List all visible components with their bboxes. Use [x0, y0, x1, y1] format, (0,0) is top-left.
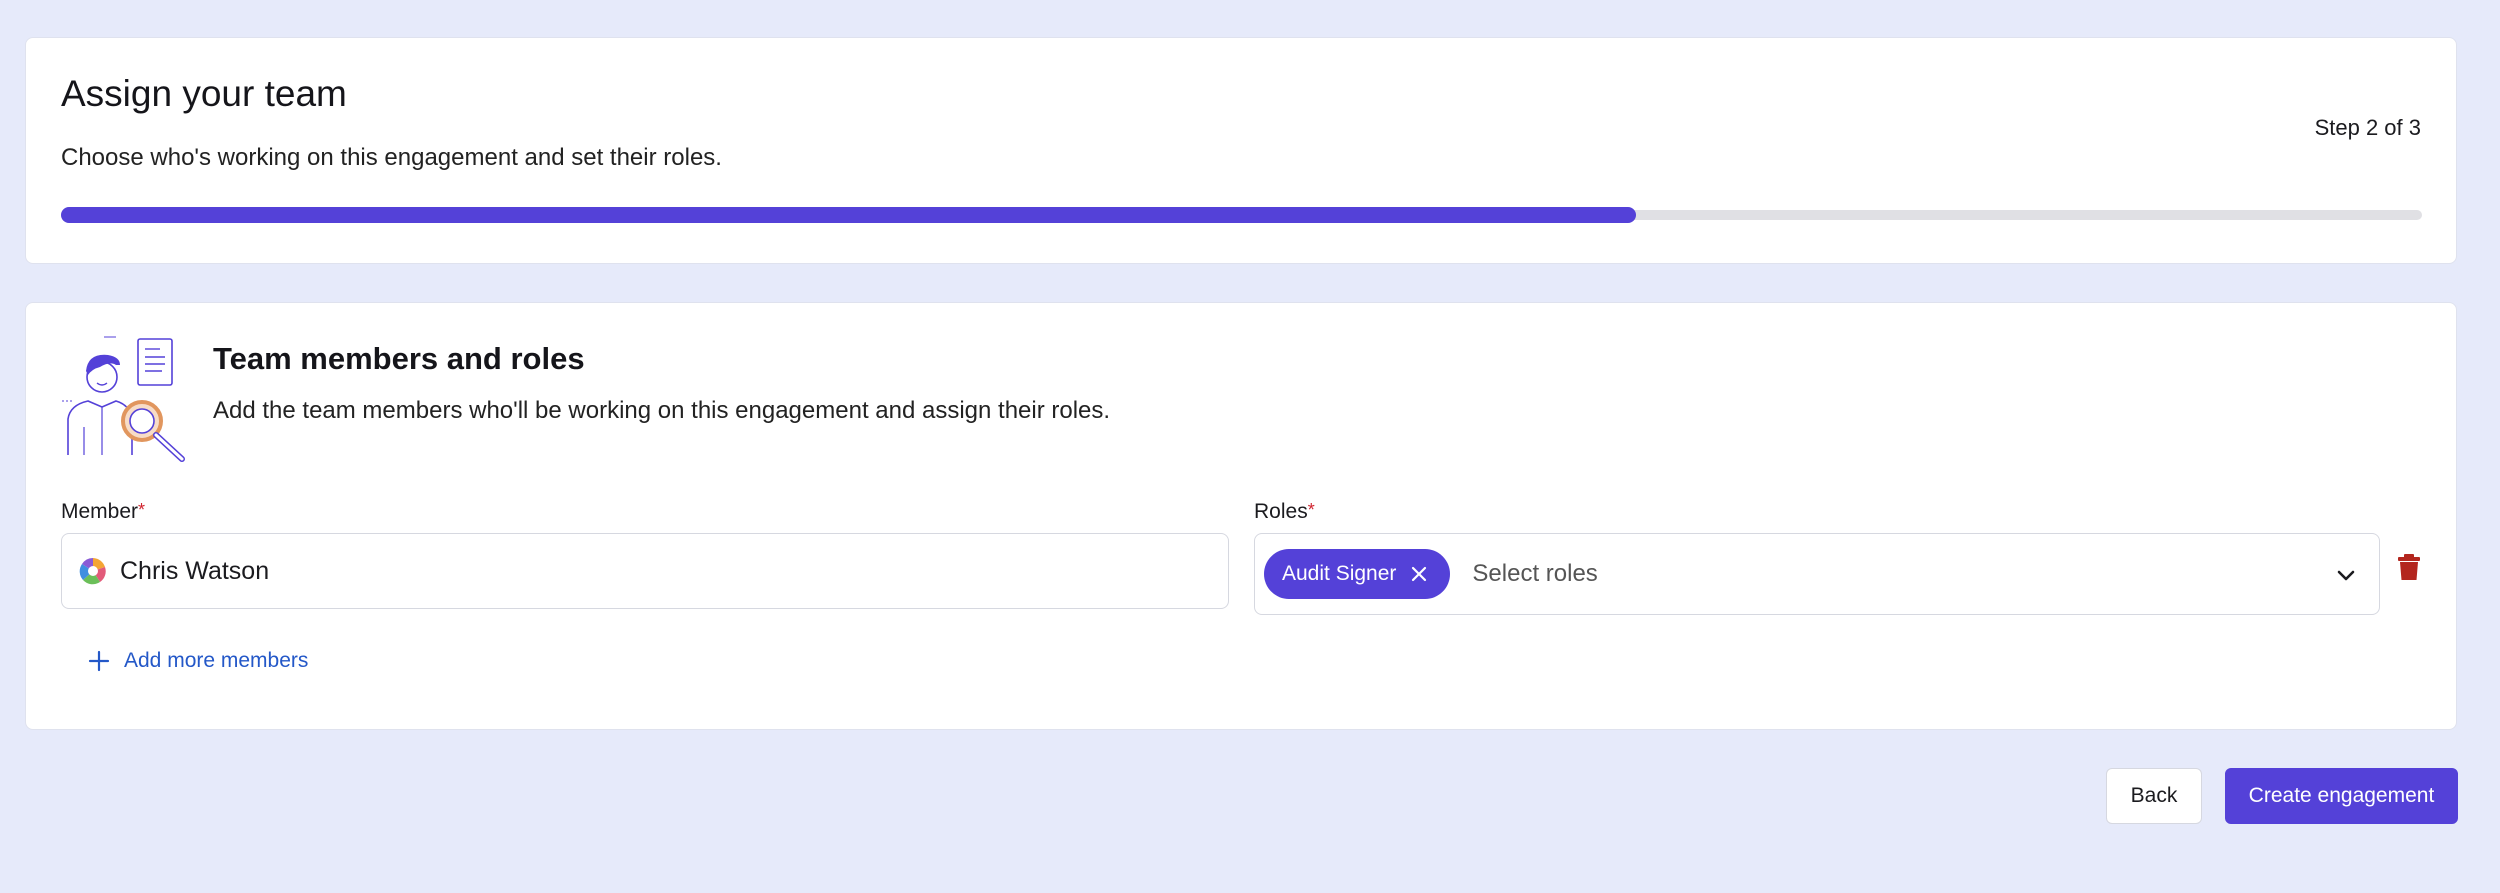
header-card: Assign your team Choose who's working on…: [25, 37, 2457, 264]
role-chip-label: Audit Signer: [1282, 562, 1397, 585]
team-members-card: Team members and roles Add the team memb…: [25, 302, 2457, 730]
roles-label-text: Roles: [1254, 500, 1308, 523]
plus-icon: [88, 650, 110, 672]
close-icon[interactable]: [1410, 565, 1428, 583]
page-subtitle: Choose who's working on this engagement …: [61, 144, 722, 171]
chevron-down-icon[interactable]: [2335, 564, 2357, 586]
create-engagement-button[interactable]: Create engagement: [2225, 768, 2458, 824]
roles-label: Roles*: [1254, 500, 1315, 524]
trash-icon[interactable]: [2397, 553, 2421, 581]
back-button[interactable]: Back: [2106, 768, 2202, 824]
member-label: Member*: [61, 500, 145, 524]
step-indicator: Step 2 of 3: [2314, 115, 2421, 140]
auditor-illustration-icon: [62, 336, 185, 462]
add-more-members-button[interactable]: Add more members: [88, 649, 308, 673]
page-title: Assign your team: [61, 73, 347, 114]
user-avatar-icon: [79, 557, 107, 585]
required-marker: *: [1307, 500, 1315, 520]
progress-bar-fill: [61, 207, 1636, 223]
member-label-text: Member: [61, 500, 139, 523]
member-field[interactable]: Chris Watson: [61, 533, 1229, 609]
section-description: Add the team members who'll be working o…: [213, 397, 1111, 424]
progress-bar: [61, 207, 2422, 223]
add-more-members-label: Add more members: [124, 649, 309, 672]
member-value: Chris Watson: [120, 556, 270, 585]
required-marker: *: [138, 500, 146, 520]
section-title: Team members and roles: [213, 341, 585, 376]
roles-select[interactable]: Audit Signer Select roles: [1254, 533, 2380, 615]
roles-placeholder: Select roles: [1472, 560, 1598, 587]
role-chip: Audit Signer: [1264, 549, 1451, 599]
